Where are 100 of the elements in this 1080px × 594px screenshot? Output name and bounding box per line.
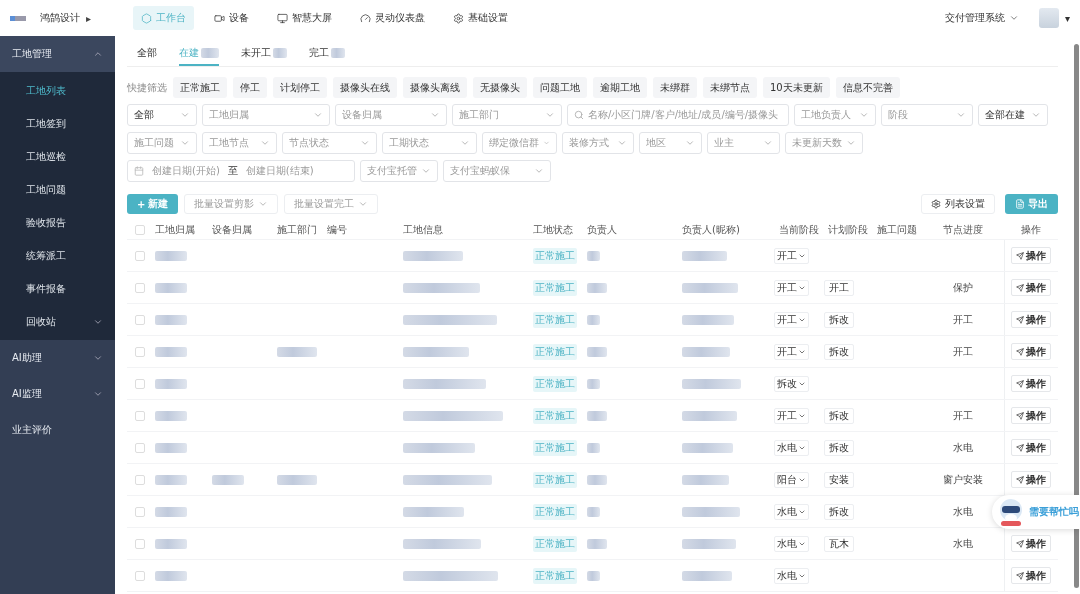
status-tag: 正常施工 xyxy=(533,407,577,424)
sidebar-item[interactable]: 业主评价 xyxy=(0,412,115,448)
blurred-text xyxy=(155,410,187,421)
sidebar-subitem[interactable]: 统筹派工 xyxy=(0,239,115,272)
filter-chip[interactable]: 停工 xyxy=(233,77,267,98)
stage-dropdown[interactable]: 开工 xyxy=(774,407,809,424)
blurred-text xyxy=(587,314,600,325)
filter-chip[interactable]: 摄像头在线 xyxy=(333,77,397,98)
camera-icon xyxy=(214,12,226,24)
avatar[interactable] xyxy=(1038,8,1059,28)
list-settings-button[interactable]: 列表设置 xyxy=(921,194,995,214)
chevron-down-icon xyxy=(260,138,270,148)
plan-tag: 安装 xyxy=(824,471,854,488)
operate-button[interactable]: 操作 xyxy=(1011,439,1051,456)
operate-button[interactable]: 操作 xyxy=(1011,471,1051,488)
checkbox[interactable] xyxy=(135,282,145,293)
checkbox[interactable] xyxy=(135,442,145,453)
blurred-text xyxy=(682,570,732,581)
checkbox[interactable] xyxy=(135,346,145,357)
operate-button[interactable]: 操作 xyxy=(1011,535,1051,552)
select-field[interactable]: 全部在建 xyxy=(978,104,1048,126)
column-header: 工地信息 xyxy=(403,222,444,237)
checkbox[interactable] xyxy=(135,474,145,485)
sidebar-subitem[interactable]: 回收站 xyxy=(0,305,115,338)
operate-button[interactable]: 操作 xyxy=(1011,343,1051,360)
nav-tab[interactable]: 设备 xyxy=(206,6,258,30)
date-range-field[interactable]: 创建日期(开始) 至 创建日期(结束) xyxy=(127,160,355,182)
stage-dropdown[interactable]: 水电 xyxy=(774,567,809,584)
checkbox[interactable] xyxy=(135,538,145,549)
nav-tab[interactable]: 基础设置 xyxy=(445,6,517,30)
status-tab[interactable]: 完工 xyxy=(309,42,345,66)
sidebar-subitem[interactable]: 事件报备 xyxy=(0,272,115,305)
status-tab[interactable]: 全部 xyxy=(137,42,157,66)
blurred-text xyxy=(155,474,187,485)
status-tag: 正常施工 xyxy=(533,279,577,296)
stage-dropdown[interactable]: 开工 xyxy=(774,279,809,296)
column-header: 工地归属 xyxy=(155,222,196,237)
filter-chip[interactable]: 计划停工 xyxy=(273,77,327,98)
filter-chip[interactable]: 问题工地 xyxy=(533,77,587,98)
avatar-caret[interactable]: ▾ xyxy=(1064,12,1070,24)
stage-dropdown[interactable]: 开工 xyxy=(774,247,809,264)
checkbox[interactable] xyxy=(135,570,145,581)
sidebar-subitem[interactable]: 工地问题 xyxy=(0,173,115,206)
sidebar-item[interactable]: AI监理 xyxy=(0,376,115,412)
column-header: 当前阶段 xyxy=(778,222,820,237)
blurred-text xyxy=(403,506,464,517)
select-field[interactable]: 全部 xyxy=(127,104,197,126)
operate-button[interactable]: 操作 xyxy=(1011,407,1051,424)
system-switcher[interactable]: 交付管理系统 xyxy=(944,11,1019,25)
checkbox[interactable] xyxy=(135,378,145,389)
column-header: 工地状态 xyxy=(533,222,574,237)
stage-dropdown[interactable]: 水电 xyxy=(774,535,809,552)
brand-name[interactable]: 鸿鹄设计 xyxy=(40,11,80,25)
filter-chip[interactable]: 正常施工 xyxy=(173,77,227,98)
filter-chip[interactable]: 未绑群 xyxy=(653,77,697,98)
checkbox[interactable] xyxy=(135,506,145,517)
blurred-text xyxy=(682,410,737,421)
checkbox[interactable] xyxy=(135,410,145,421)
filter-chip[interactable]: 无摄像头 xyxy=(473,77,527,98)
blurred-text xyxy=(587,410,607,421)
settings-icon xyxy=(931,199,941,209)
nav-tab[interactable]: 智慧大屏 xyxy=(269,6,341,30)
blurred-text xyxy=(403,250,463,261)
sidebar-subitem[interactable]: 工地列表 xyxy=(0,74,115,107)
filter-chip[interactable]: 10天未更新 xyxy=(763,77,830,98)
sidebar-subitem[interactable]: 工地签到 xyxy=(0,107,115,140)
checkbox[interactable] xyxy=(135,250,145,261)
stage-dropdown[interactable]: 水电 xyxy=(774,439,809,456)
brand-caret[interactable]: ▸ xyxy=(86,12,92,24)
checkbox[interactable] xyxy=(135,314,145,325)
checkbox[interactable] xyxy=(135,224,145,235)
stage-dropdown[interactable]: 水电 xyxy=(774,503,809,520)
stage-dropdown[interactable]: 拆改 xyxy=(774,375,809,392)
filter-chip[interactable]: 未绑节点 xyxy=(703,77,757,98)
status-tab[interactable]: 未开工 xyxy=(241,42,287,66)
operate-button[interactable]: 操作 xyxy=(1011,247,1051,264)
stage-dropdown[interactable]: 阳台 xyxy=(774,471,809,488)
column-header: 编号 xyxy=(327,222,348,237)
operate-button[interactable]: 操作 xyxy=(1011,567,1051,584)
sidebar-subitem[interactable]: 工地巡检 xyxy=(0,140,115,173)
operate-button[interactable]: 操作 xyxy=(1011,311,1051,328)
nav-tab[interactable]: 灵动仪表盘 xyxy=(352,6,434,30)
operate-button[interactable]: 操作 xyxy=(1011,279,1051,296)
sidebar-subitem[interactable]: 验收报告 xyxy=(0,206,115,239)
blurred-text xyxy=(682,474,729,485)
blurred-text xyxy=(682,506,740,517)
stage-dropdown[interactable]: 开工 xyxy=(774,311,809,328)
node-name: 开工 xyxy=(953,312,973,327)
document-icon xyxy=(1015,199,1025,209)
sidebar-item[interactable]: 工地管理 xyxy=(0,36,115,72)
sidebar-item[interactable]: AI助理 xyxy=(0,340,115,376)
filter-chip[interactable]: 摄像头离线 xyxy=(403,77,467,98)
blurred-text xyxy=(587,282,607,293)
plan-tag: 开工 xyxy=(824,279,854,296)
operate-button[interactable]: 操作 xyxy=(1011,375,1051,392)
filter-chip[interactable]: 逾期工地 xyxy=(593,77,647,98)
blurred-text xyxy=(155,282,187,293)
filter-chip[interactable]: 信息不完善 xyxy=(835,77,900,98)
chevron-down-icon xyxy=(763,138,773,148)
stage-dropdown[interactable]: 开工 xyxy=(774,343,809,360)
